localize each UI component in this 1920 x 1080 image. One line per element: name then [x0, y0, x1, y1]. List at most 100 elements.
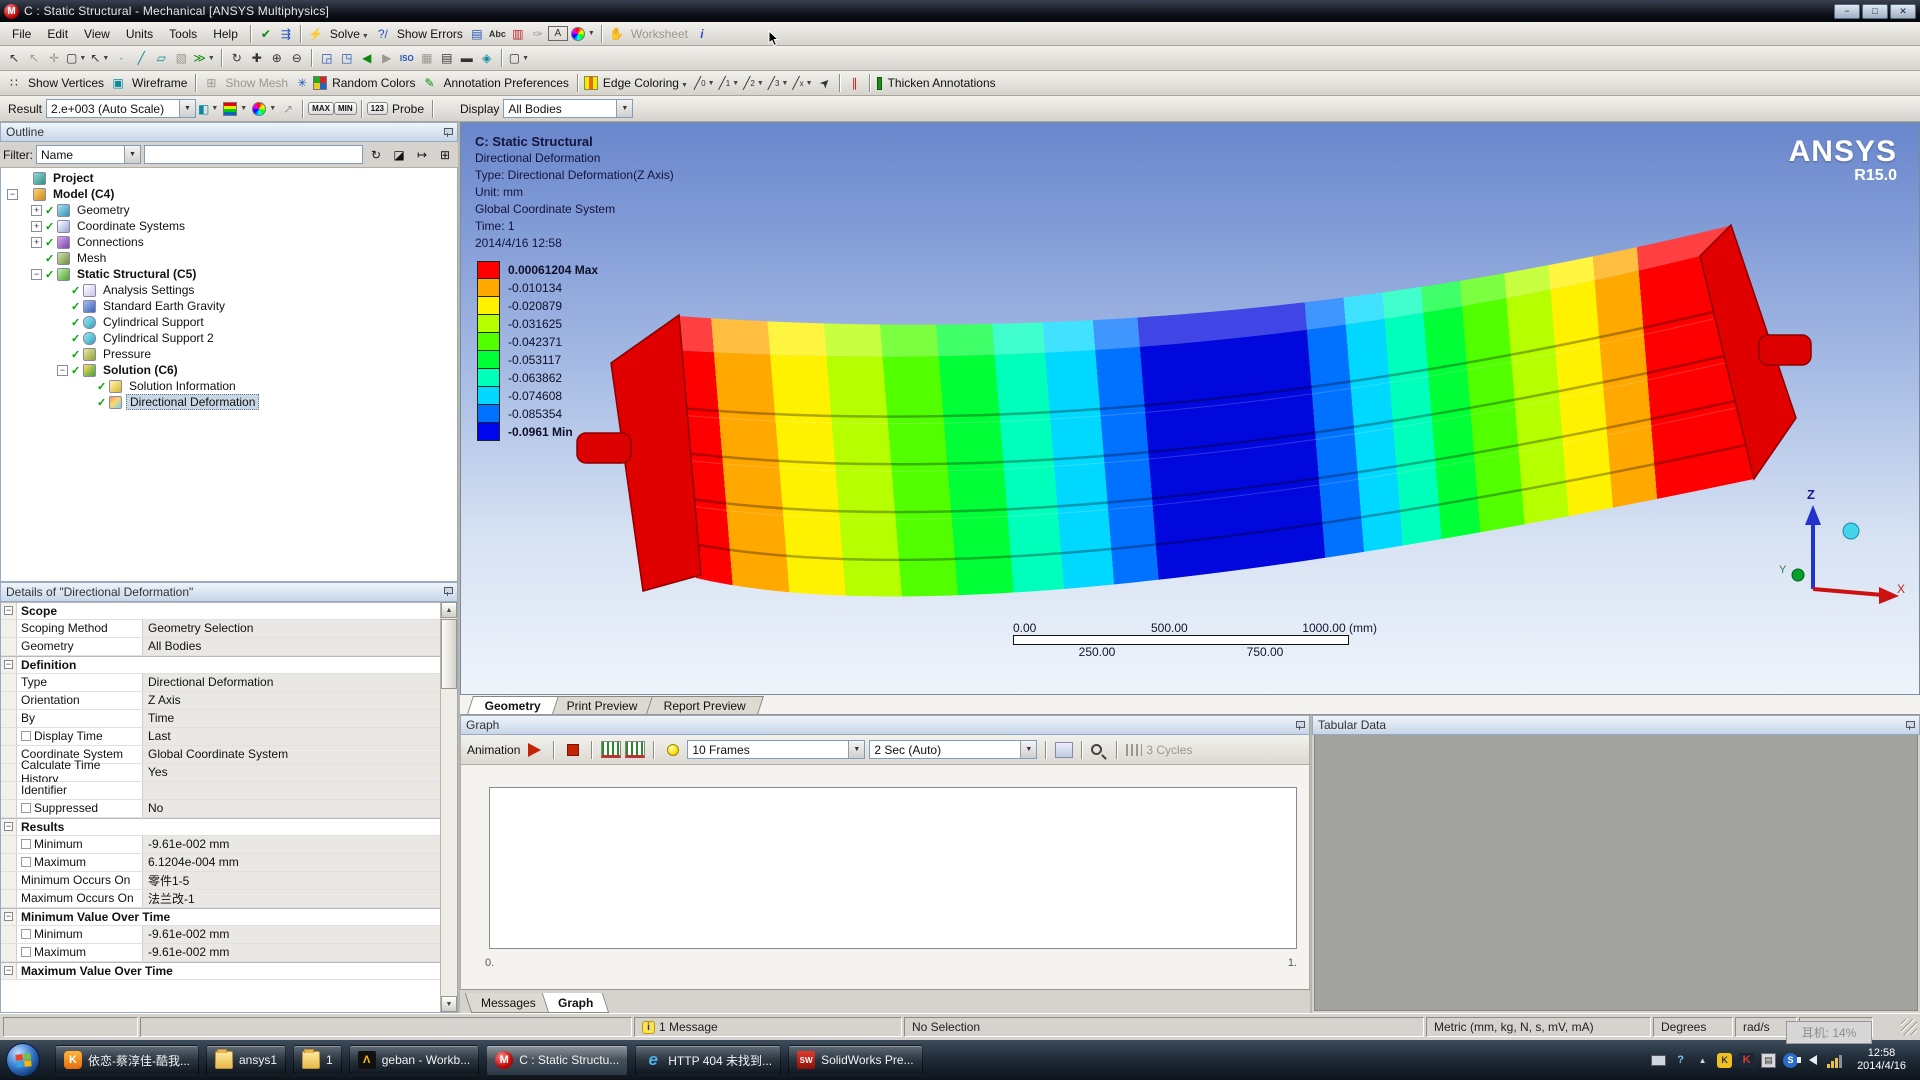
tag-button[interactable]: ◈	[477, 48, 497, 68]
zoom-to-fit-button[interactable]: ◳	[337, 48, 357, 68]
collapse-expander[interactable]: −	[7, 189, 18, 200]
tree-item-coordinate-systems[interactable]: +✓Coordinate Systems	[1, 218, 457, 234]
tree-item-connections[interactable]: +✓Connections	[1, 234, 457, 250]
tree-item-analysis-settings[interactable]: +✓Analysis Settings	[1, 282, 457, 298]
look-at-face-button[interactable]: ▦	[417, 48, 437, 68]
clear-filter-icon[interactable]: ◪	[389, 145, 409, 165]
previous-view-button[interactable]: ◀	[357, 48, 377, 68]
tree-item-cylindrical-support-2[interactable]: +✓Cylindrical Support 2	[1, 330, 457, 346]
details-scrollbar[interactable]	[440, 602, 457, 1013]
details-row[interactable]: Scoping MethodGeometry Selection	[1, 620, 457, 638]
scroll-up-icon[interactable]	[441, 602, 457, 618]
tab-report-preview[interactable]: Report Preview	[646, 696, 764, 714]
iso-view-button[interactable]: ISO	[397, 48, 417, 68]
rotate-button[interactable]: ↻	[227, 48, 247, 68]
thicken-annotations-button[interactable]: Thicken Annotations	[884, 76, 1000, 90]
tab-geometry[interactable]: Geometry	[467, 696, 559, 714]
chart-icon[interactable]: ▥	[508, 24, 528, 44]
menu-edit[interactable]: Edit	[39, 25, 76, 43]
checkbox[interactable]	[21, 803, 31, 813]
expand-expander[interactable]: +	[31, 221, 42, 232]
dropdown-arrow-icon[interactable]	[124, 146, 140, 163]
status-message-segment[interactable]: i 1 Message	[634, 1017, 902, 1037]
pen-direction-2-button[interactable]: ╱2	[741, 73, 766, 93]
resize-grip[interactable]	[1901, 1019, 1917, 1035]
details-section-row[interactable]: −Results	[1, 818, 457, 836]
details-section-row[interactable]: −Maximum Value Over Time	[1, 962, 457, 980]
zoom-out-button[interactable]: ⊖	[287, 48, 307, 68]
wireframe-button[interactable]: Wireframe	[128, 76, 191, 90]
feather-icon[interactable]: ✑	[528, 24, 548, 44]
dropdown-arrow-icon[interactable]	[616, 100, 632, 117]
spellcheck-icon[interactable]: Abc	[487, 24, 508, 44]
details-row-suppressed[interactable]: SuppressedNo	[1, 800, 457, 818]
dropdown-arrow-icon[interactable]	[1020, 741, 1036, 758]
filter-type-select[interactable]: Name	[36, 145, 141, 164]
menu-help[interactable]: Help	[205, 25, 246, 43]
export-video-button[interactable]	[1055, 742, 1073, 758]
taskbar-item-folder-1[interactable]: 1	[293, 1045, 342, 1075]
details-row[interactable]: TypeDirectional Deformation	[1, 674, 457, 692]
clipboard-tray-icon[interactable]: ▤	[1761, 1053, 1776, 1068]
details-row[interactable]: ByTime	[1, 710, 457, 728]
close-button[interactable]: ✕	[1890, 4, 1916, 19]
pen-direction-1-button[interactable]: ╱1	[717, 73, 742, 93]
extend-selection-button[interactable]: ≫	[191, 48, 217, 68]
expand-expander[interactable]: +	[31, 237, 42, 248]
pin-icon[interactable]	[443, 587, 452, 596]
solve-process-settings-icon[interactable]: ⇶	[276, 24, 296, 44]
tree-item-directional-deformation[interactable]: +✓Directional Deformation	[1, 394, 457, 410]
tab-messages[interactable]: Messages	[465, 993, 552, 1013]
taskbar-item-folder-ansys1[interactable]: ansys1	[206, 1045, 286, 1075]
maximize-button[interactable]: □	[1862, 4, 1888, 19]
pick-cursor-icon[interactable]: ↖	[4, 48, 24, 68]
checkbox[interactable]	[21, 947, 31, 957]
volume-tray-icon[interactable]	[1805, 1053, 1820, 1068]
tree-item-cylindrical-support[interactable]: +✓Cylindrical Support	[1, 314, 457, 330]
select-cursor-button[interactable]: ↖	[88, 48, 111, 68]
label-cursor-icon[interactable]: ↖	[24, 48, 44, 68]
tabular-data-body[interactable]	[1314, 735, 1918, 1011]
taskbar-item-solidworks[interactable]: SW SolidWorks Pre...	[788, 1045, 922, 1075]
result-bulb-icon[interactable]	[667, 744, 679, 756]
tree-item-geometry[interactable]: +✓Geometry	[1, 202, 457, 218]
tree-item-project[interactable]: +✓Project	[1, 170, 457, 186]
tree-item-model[interactable]: −✓Model (C4)	[1, 186, 457, 202]
tree-item-static-structural[interactable]: −✓Static Structural (C5)	[1, 266, 457, 282]
details-row[interactable]: Identifier	[1, 782, 457, 800]
pin-annotation-icon[interactable]: ➤	[810, 69, 838, 97]
details-row-maximum[interactable]: Maximum6.1204e-004 mm	[1, 854, 457, 872]
taskbar-item-mechanical[interactable]: M C : Static Structu...	[486, 1045, 628, 1075]
minimize-button[interactable]: −	[1834, 4, 1860, 19]
show-vertices-button[interactable]: Show Vertices	[24, 76, 108, 90]
stop-button[interactable]	[567, 744, 579, 756]
tree-item-standard-earth-gravity[interactable]: +✓Standard Earth Gravity	[1, 298, 457, 314]
worksheet-button[interactable]: Worksheet	[627, 27, 692, 41]
annotation-preferences-button[interactable]: Annotation Preferences	[439, 76, 572, 90]
show-min-button[interactable]: MIN	[334, 102, 357, 115]
zoom-in-button[interactable]: ⊕	[267, 48, 287, 68]
keyboard-tray-icon[interactable]	[1651, 1055, 1666, 1066]
contour-bands-button[interactable]	[220, 99, 249, 119]
dropdown-arrow-icon[interactable]	[179, 100, 195, 117]
menu-view[interactable]: View	[76, 25, 118, 43]
fea-model[interactable]: Z Y X	[461, 123, 1913, 695]
details-row-display-time[interactable]: Display TimeLast	[1, 728, 457, 746]
menu-file[interactable]: File	[4, 25, 39, 43]
pen-direction-3-button[interactable]: ╱3	[766, 73, 791, 93]
pin-icon[interactable]	[1295, 721, 1304, 730]
probe-button[interactable]: Probe	[388, 102, 428, 116]
tree-item-pressure[interactable]: +✓Pressure	[1, 346, 457, 362]
network-tray-icon[interactable]	[1827, 1053, 1842, 1068]
checkbox[interactable]	[21, 839, 31, 849]
details-row[interactable]: Maximum Occurs On法兰改-1	[1, 890, 457, 908]
duration-select[interactable]: 2 Sec (Auto)	[869, 740, 1037, 759]
details-row[interactable]: GeometryAll Bodies	[1, 638, 457, 656]
frames-select[interactable]: 10 Frames	[687, 740, 865, 759]
next-view-button[interactable]: ▶	[377, 48, 397, 68]
graph-plot[interactable]	[489, 787, 1297, 949]
status-angle-segment[interactable]: Degrees	[1653, 1017, 1733, 1037]
play-button[interactable]	[528, 743, 541, 757]
checkbox[interactable]	[21, 857, 31, 867]
geometry-display-button[interactable]: ◧	[196, 99, 220, 119]
